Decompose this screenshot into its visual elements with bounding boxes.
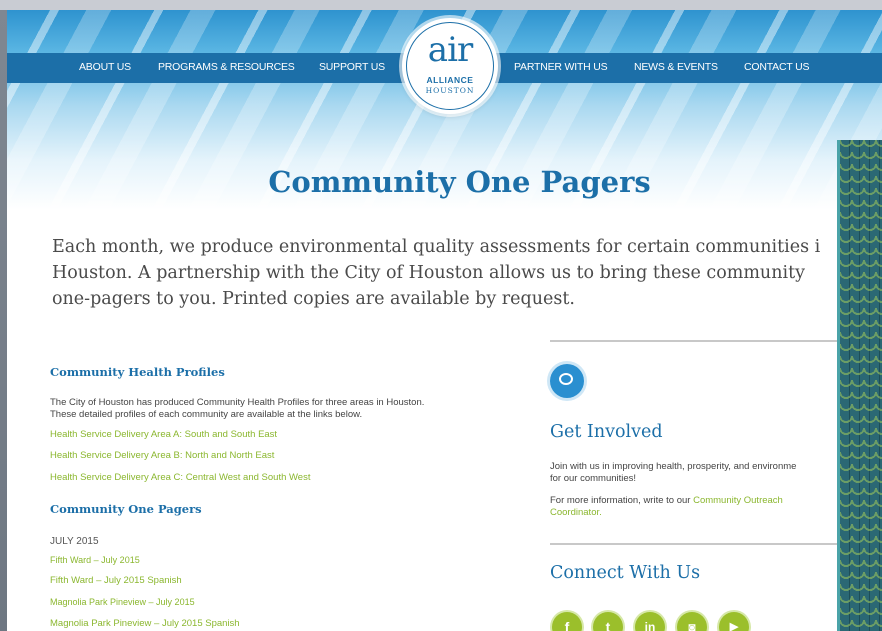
decorative-pattern-strip (837, 140, 882, 631)
connect-with-us-title: Connect With Us (550, 563, 701, 583)
coordinator-link[interactable]: Coordinator. (550, 507, 602, 518)
instagram-icon[interactable]: ◙ (677, 612, 707, 631)
nav-contact-us[interactable]: CONTACT US (744, 61, 809, 73)
air-alliance-houston-logo[interactable]: air ALLIANCE HOUSTON (402, 18, 498, 114)
nav-partner-with-us[interactable]: PARTNER WITH US (514, 61, 608, 73)
web-page: ABOUT US PROGRAMS & RESOURCES SUPPORT US… (7, 10, 882, 631)
intro-line-2: Houston. A partnership with the City of … (52, 263, 805, 283)
get-involved-more-info-line-2: Coordinator. (550, 507, 602, 519)
nav-news-events[interactable]: NEWS & EVENTS (634, 61, 718, 73)
intro-paragraph: Each month, we produce environmental qua… (52, 234, 882, 312)
intro-line-1: Each month, we produce environmental qua… (52, 237, 821, 257)
chat-bubbles-icon (550, 364, 584, 398)
intro-line-3: one-pagers to you. Printed copies are av… (52, 289, 575, 309)
link-magnolia-park-july-2015[interactable]: Magnolia Park Pineview – July 2015 (50, 597, 195, 607)
logo-ring: air ALLIANCE HOUSTON (406, 22, 494, 110)
logo-air-text: air (427, 30, 473, 70)
get-involved-text-line-1: Join with us in improving health, prospe… (550, 461, 797, 472)
health-profiles-text-line-1: The City of Houston has produced Communi… (50, 397, 425, 408)
link-fifth-ward-july-2015-spanish[interactable]: Fifth Ward – July 2015 Spanish (50, 575, 182, 586)
youtube-icon[interactable]: ▶ (719, 612, 749, 631)
nav-support-us[interactable]: SUPPORT US (319, 61, 385, 73)
logo-alliance-text: ALLIANCE (426, 75, 474, 85)
sidebar: Get Involved Join with us in improving h… (550, 340, 850, 631)
link-health-area-c[interactable]: Health Service Delivery Area C: Central … (50, 472, 311, 483)
nav-about-us[interactable]: ABOUT US (79, 61, 131, 73)
get-involved-text-line-2: for our communities! (550, 473, 637, 484)
community-outreach-link[interactable]: Community Outreach (693, 495, 783, 506)
link-fifth-ward-july-2015[interactable]: Fifth Ward – July 2015 (50, 555, 140, 565)
page-title: Community One Pagers (268, 165, 651, 199)
linkedin-icon[interactable]: in (635, 612, 665, 631)
link-magnolia-park-july-2015-spanish[interactable]: Magnolia Park Pineview – July 2015 Spani… (50, 618, 240, 629)
facebook-icon[interactable]: f (552, 612, 582, 631)
more-info-prefix: For more information, write to our (550, 495, 694, 506)
nav-programs-resources[interactable]: PROGRAMS & RESOURCES (158, 61, 295, 73)
health-profiles-text-line-2: These detailed profiles of each communit… (50, 409, 363, 420)
logo-houston-text: HOUSTON (425, 86, 475, 95)
link-health-area-b[interactable]: Health Service Delivery Area B: North an… (50, 450, 274, 461)
month-label-july-2015: JULY 2015 (50, 536, 99, 547)
link-health-area-a[interactable]: Health Service Delivery Area A: South an… (50, 429, 277, 440)
twitter-icon[interactable]: t (593, 612, 623, 631)
sidebar-divider-top (550, 340, 850, 342)
one-pagers-heading: Community One Pagers (50, 502, 202, 516)
get-involved-title: Get Involved (550, 422, 663, 442)
health-profiles-heading: Community Health Profiles (50, 365, 225, 379)
sidebar-divider-middle (550, 543, 850, 545)
get-involved-more-info: For more information, write to our Commu… (550, 495, 783, 507)
